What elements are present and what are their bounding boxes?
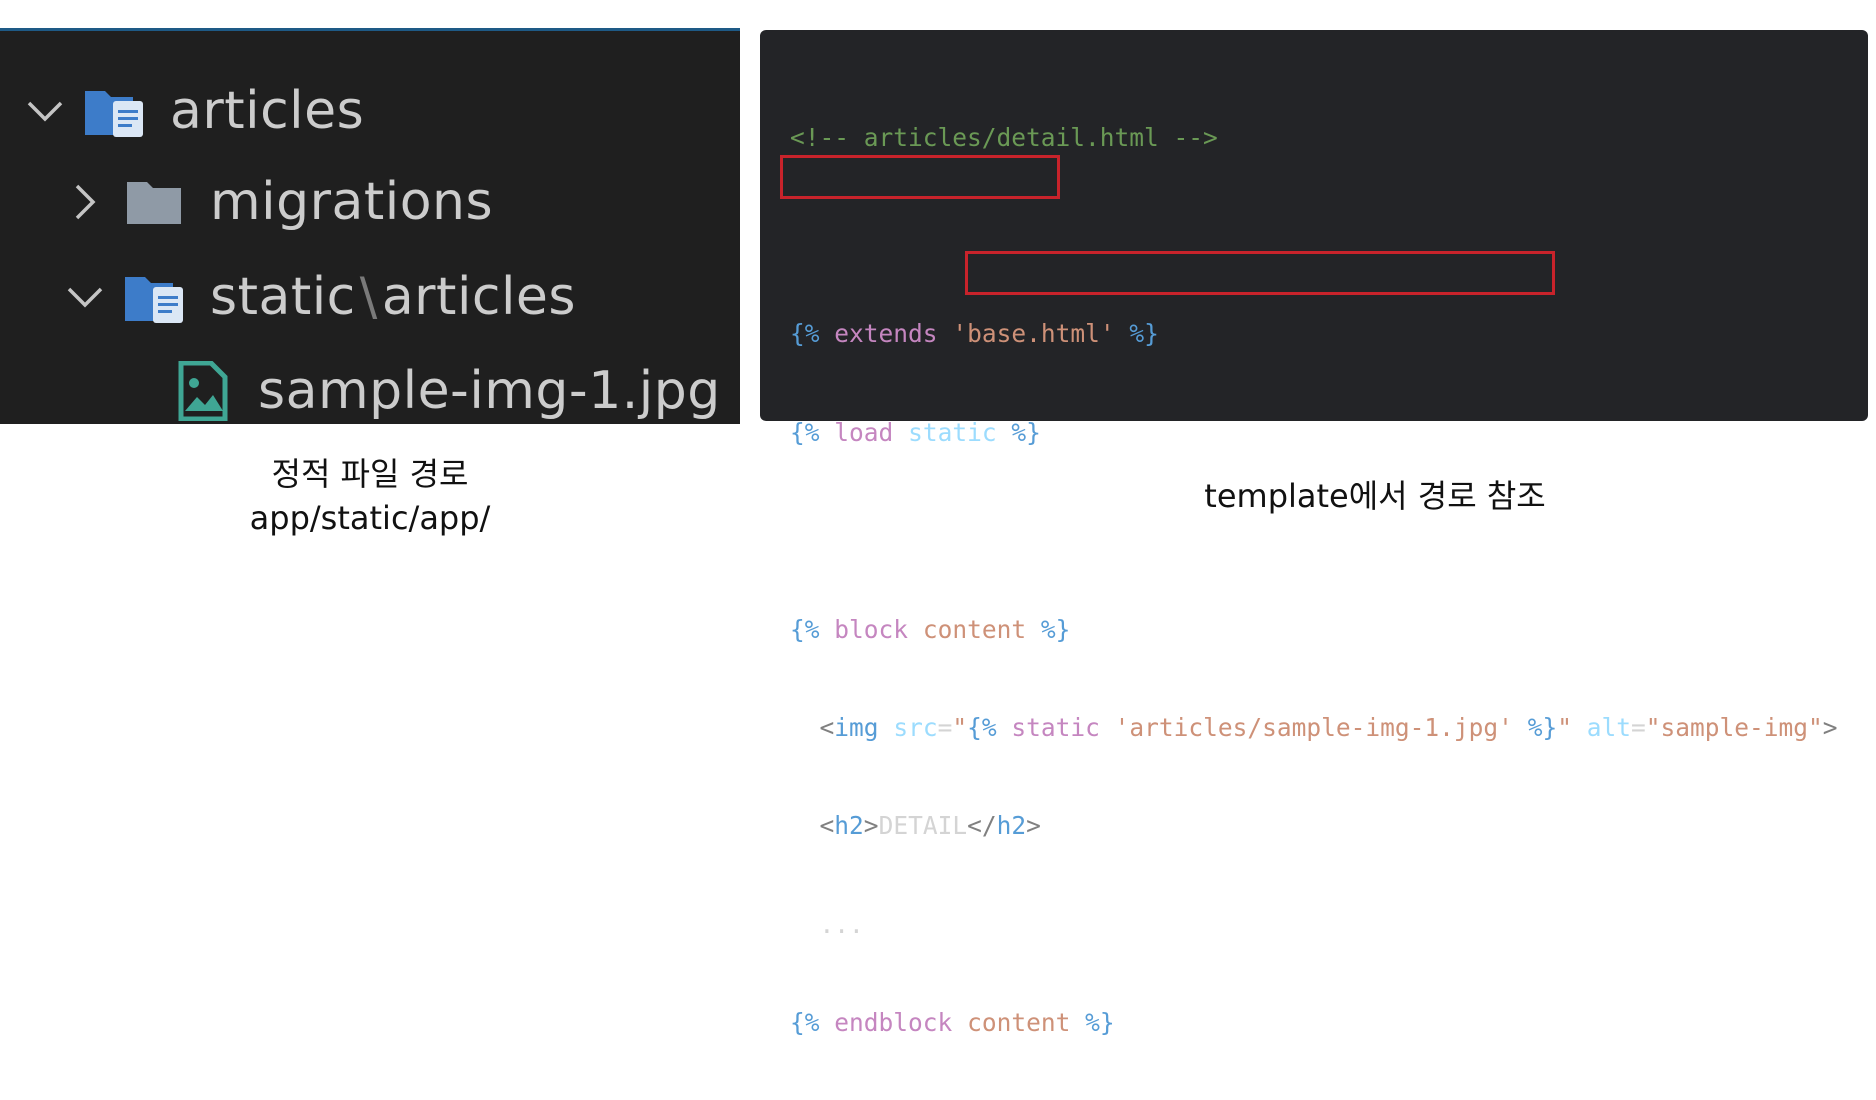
template-delimiter: %} bbox=[1527, 712, 1558, 742]
string-literal: 'articles/sample-img-1.jpg' bbox=[1114, 712, 1513, 742]
template-delimiter: {% bbox=[790, 417, 820, 447]
attr-name: src bbox=[893, 712, 938, 742]
caption-static-path: 정적 파일 경로 app/static/app/ bbox=[160, 452, 580, 540]
chevron-right-icon[interactable] bbox=[58, 175, 112, 229]
folder-icon bbox=[120, 170, 190, 234]
path-segment: articles bbox=[381, 267, 577, 327]
comment: <!-- articles/detail.html --> bbox=[790, 122, 1218, 152]
template-delimiter: {% bbox=[790, 319, 820, 349]
tag-bracket: > bbox=[1026, 811, 1041, 841]
chevron-down-icon[interactable] bbox=[18, 84, 72, 138]
tag-name: img bbox=[834, 712, 879, 742]
tree-item-label: articles bbox=[170, 81, 365, 141]
equals: = bbox=[937, 712, 953, 742]
attr-name: alt bbox=[1586, 712, 1632, 742]
tree-item-label: static\articles bbox=[210, 267, 576, 327]
code-line: <img src="{% static 'articles/sample-img… bbox=[790, 712, 1838, 745]
chevron-down-icon[interactable] bbox=[58, 270, 112, 324]
file-explorer: articles migrations static\articles samp… bbox=[0, 28, 740, 424]
tree-item-static-articles[interactable]: static\articles bbox=[58, 257, 576, 337]
tree-item-label: migrations bbox=[210, 172, 494, 232]
tree-item-sample-img[interactable]: sample-img-1.jpg bbox=[160, 351, 721, 431]
quote: " bbox=[1557, 712, 1572, 742]
folder-doc-icon bbox=[80, 79, 150, 143]
text-content: DETAIL bbox=[878, 811, 968, 841]
template-delimiter: %} bbox=[1129, 319, 1159, 349]
template-keyword: static bbox=[1011, 712, 1100, 742]
caption-template-reference: template에서 경로 참조 bbox=[1100, 474, 1650, 518]
code-line: {% load static %} bbox=[790, 417, 1838, 450]
tag-name: h2 bbox=[834, 811, 864, 841]
string-literal: 'base.html' bbox=[952, 319, 1115, 349]
code-line: {% extends 'base.html' %} bbox=[790, 318, 1838, 351]
template-keyword: block bbox=[834, 614, 909, 644]
quote: " bbox=[952, 712, 968, 742]
path-separator: \ bbox=[359, 267, 378, 327]
template-keyword: extends bbox=[834, 319, 938, 349]
highlight-load-static bbox=[780, 155, 1060, 199]
template-delimiter: %} bbox=[1040, 614, 1071, 644]
block-name: content bbox=[922, 614, 1027, 644]
code-editor: <!-- articles/detail.html --> {% extends… bbox=[760, 30, 1868, 1037]
template-name: static bbox=[908, 417, 997, 447]
template-delimiter: {% bbox=[967, 712, 997, 742]
code-line: ... bbox=[790, 909, 1838, 942]
template-delimiter: %} bbox=[1085, 1008, 1115, 1038]
code-block: <!-- articles/detail.html --> {% extends… bbox=[790, 56, 1838, 1100]
tree-item-articles[interactable]: articles bbox=[18, 71, 364, 151]
equals: = bbox=[1631, 712, 1646, 742]
template-keyword: endblock bbox=[834, 1008, 953, 1038]
tag-bracket: < bbox=[819, 811, 835, 841]
template-delimiter: %} bbox=[1011, 417, 1041, 447]
tag-bracket: > bbox=[863, 811, 879, 841]
folder-doc-icon bbox=[120, 265, 190, 329]
tag-name: h2 bbox=[996, 811, 1027, 841]
tag-bracket: > bbox=[1822, 712, 1838, 742]
highlight-static-tag bbox=[965, 251, 1555, 295]
caption-line: template에서 경로 참조 bbox=[1204, 477, 1546, 515]
block-name: content bbox=[967, 1008, 1071, 1038]
tag-bracket: </ bbox=[967, 811, 997, 841]
tree-item-migrations[interactable]: migrations bbox=[58, 162, 493, 242]
tag-bracket: < bbox=[819, 712, 835, 742]
code-line: <h2>DETAIL</h2> bbox=[790, 810, 1838, 843]
caption-line: 정적 파일 경로 bbox=[271, 455, 469, 493]
template-delimiter: {% bbox=[790, 1008, 820, 1038]
caption-line: app/static/app/ bbox=[249, 499, 491, 537]
ellipsis: ... bbox=[819, 909, 864, 939]
tree-item-label: sample-img-1.jpg bbox=[258, 361, 721, 421]
image-file-icon bbox=[168, 359, 238, 423]
template-delimiter: {% bbox=[790, 614, 820, 644]
code-line: {% block content %} bbox=[790, 614, 1838, 647]
path-segment: static bbox=[210, 267, 356, 327]
code-line: {% endblock content %} bbox=[790, 1007, 1838, 1040]
attr-value: "sample-img" bbox=[1645, 712, 1823, 742]
code-line: <!-- articles/detail.html --> bbox=[790, 122, 1838, 155]
template-keyword: load bbox=[834, 417, 894, 447]
